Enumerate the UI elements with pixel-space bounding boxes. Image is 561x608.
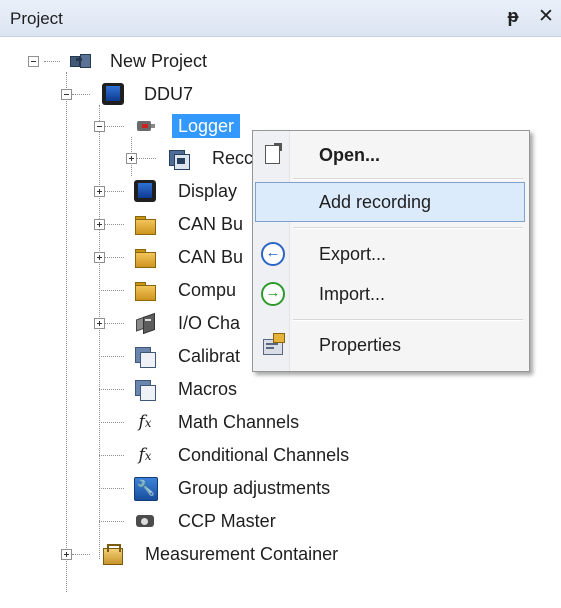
tree-item-macros[interactable]: Macros xyxy=(178,377,237,401)
tree-line xyxy=(99,488,124,489)
menu-item-import[interactable]: → Import... xyxy=(255,274,525,314)
menu-separator xyxy=(293,178,523,180)
menu-separator xyxy=(293,227,523,229)
panel-titlebar: Project ᵽ ✕ xyxy=(0,0,561,37)
tree-item-group-adjustments[interactable]: Group adjustments xyxy=(178,476,330,500)
tree-line xyxy=(104,323,124,324)
tree-item-conditional-channels[interactable]: Conditional Channels xyxy=(178,443,349,467)
menu-item-import-label: Import... xyxy=(319,284,386,304)
project-icon xyxy=(68,50,91,72)
tree-line xyxy=(136,158,156,159)
folder-icon xyxy=(134,246,156,268)
fx-subscript: x xyxy=(144,416,152,430)
tree-item-io-channels[interactable]: I/O Cha xyxy=(178,311,240,335)
tree-line xyxy=(104,257,124,258)
menu-item-export[interactable]: ← Export... xyxy=(255,234,525,274)
tree-line xyxy=(99,389,124,390)
import-arrow-icon: → xyxy=(261,282,285,306)
recordings-icon xyxy=(167,147,190,170)
context-menu: Open... Add recording ← Export... → Impo… xyxy=(252,130,530,372)
tree-line xyxy=(99,521,124,522)
io-channels-icon xyxy=(134,312,156,335)
tree-line xyxy=(66,72,67,592)
expand-toggle[interactable] xyxy=(94,219,105,230)
display-unit-icon xyxy=(102,83,124,105)
collapse-toggle[interactable] xyxy=(94,121,105,132)
tree-line xyxy=(99,290,124,291)
folder-icon xyxy=(134,213,156,235)
tree-line xyxy=(99,105,100,559)
folder-icon xyxy=(134,279,156,301)
tree-item-new-project[interactable]: New Project xyxy=(110,49,207,73)
expand-toggle[interactable] xyxy=(126,153,137,164)
pin-icon[interactable]: ᵽ xyxy=(503,6,523,27)
tree-item-ddu7[interactable]: DDU7 xyxy=(144,82,193,106)
menu-item-export-label: Export... xyxy=(319,244,387,264)
logger-icon xyxy=(134,115,156,137)
tree-line xyxy=(72,94,90,95)
menu-separator xyxy=(293,319,523,321)
menu-item-properties[interactable]: Properties xyxy=(255,325,525,365)
tree-line xyxy=(104,191,124,192)
menu-item-properties-label: Properties xyxy=(319,335,402,355)
properties-icon xyxy=(261,333,285,357)
tree-line xyxy=(104,224,124,225)
collapse-toggle[interactable] xyxy=(61,89,72,100)
expand-toggle[interactable] xyxy=(94,186,105,197)
display-icon xyxy=(134,180,156,202)
close-icon[interactable]: ✕ xyxy=(536,5,556,28)
expand-toggle[interactable] xyxy=(94,318,105,329)
wrench-icon: 🔧 xyxy=(134,477,158,501)
function-icon: fx xyxy=(134,411,156,433)
tree-item-can-bus-1[interactable]: CAN Bu xyxy=(178,212,243,236)
tree-item-ccp-master[interactable]: CCP Master xyxy=(178,509,276,533)
tree-line xyxy=(99,455,124,456)
export-arrow-icon: ← xyxy=(261,242,285,266)
fx-subscript: x xyxy=(144,449,152,463)
tree-line xyxy=(99,422,124,423)
tree-item-calibration[interactable]: Calibrat xyxy=(178,344,240,368)
tree-item-display[interactable]: Display xyxy=(178,179,237,203)
expand-toggle[interactable] xyxy=(94,252,105,263)
tree-item-measurement-container[interactable]: Measurement Container xyxy=(145,542,338,566)
tree-line xyxy=(104,126,124,127)
open-document-icon xyxy=(261,143,285,167)
collapse-toggle[interactable] xyxy=(28,56,39,67)
menu-item-open-label: Open... xyxy=(319,145,381,165)
function-icon: fx xyxy=(134,444,156,466)
tree-item-can-bus-2[interactable]: CAN Bu xyxy=(178,245,243,269)
tree-item-math-channels[interactable]: Math Channels xyxy=(178,410,299,434)
tree-item-logger[interactable]: Logger xyxy=(172,114,241,138)
tree-line xyxy=(44,61,60,62)
macros-icon xyxy=(134,378,156,401)
menu-item-open[interactable]: Open... xyxy=(255,135,525,175)
ccp-master-icon xyxy=(134,510,156,532)
tree-line xyxy=(72,554,90,555)
expand-toggle[interactable] xyxy=(61,549,72,560)
menu-item-add-recording-label: Add recording xyxy=(319,192,432,212)
tree-line xyxy=(99,356,124,357)
calibration-icon xyxy=(134,345,156,368)
menu-item-add-recording[interactable]: Add recording xyxy=(255,182,525,222)
measurement-container-icon xyxy=(101,543,123,565)
panel-title: Project xyxy=(10,9,63,28)
tree-item-recordings[interactable]: Recc xyxy=(212,146,253,170)
tree-item-computed[interactable]: Compu xyxy=(178,278,236,302)
